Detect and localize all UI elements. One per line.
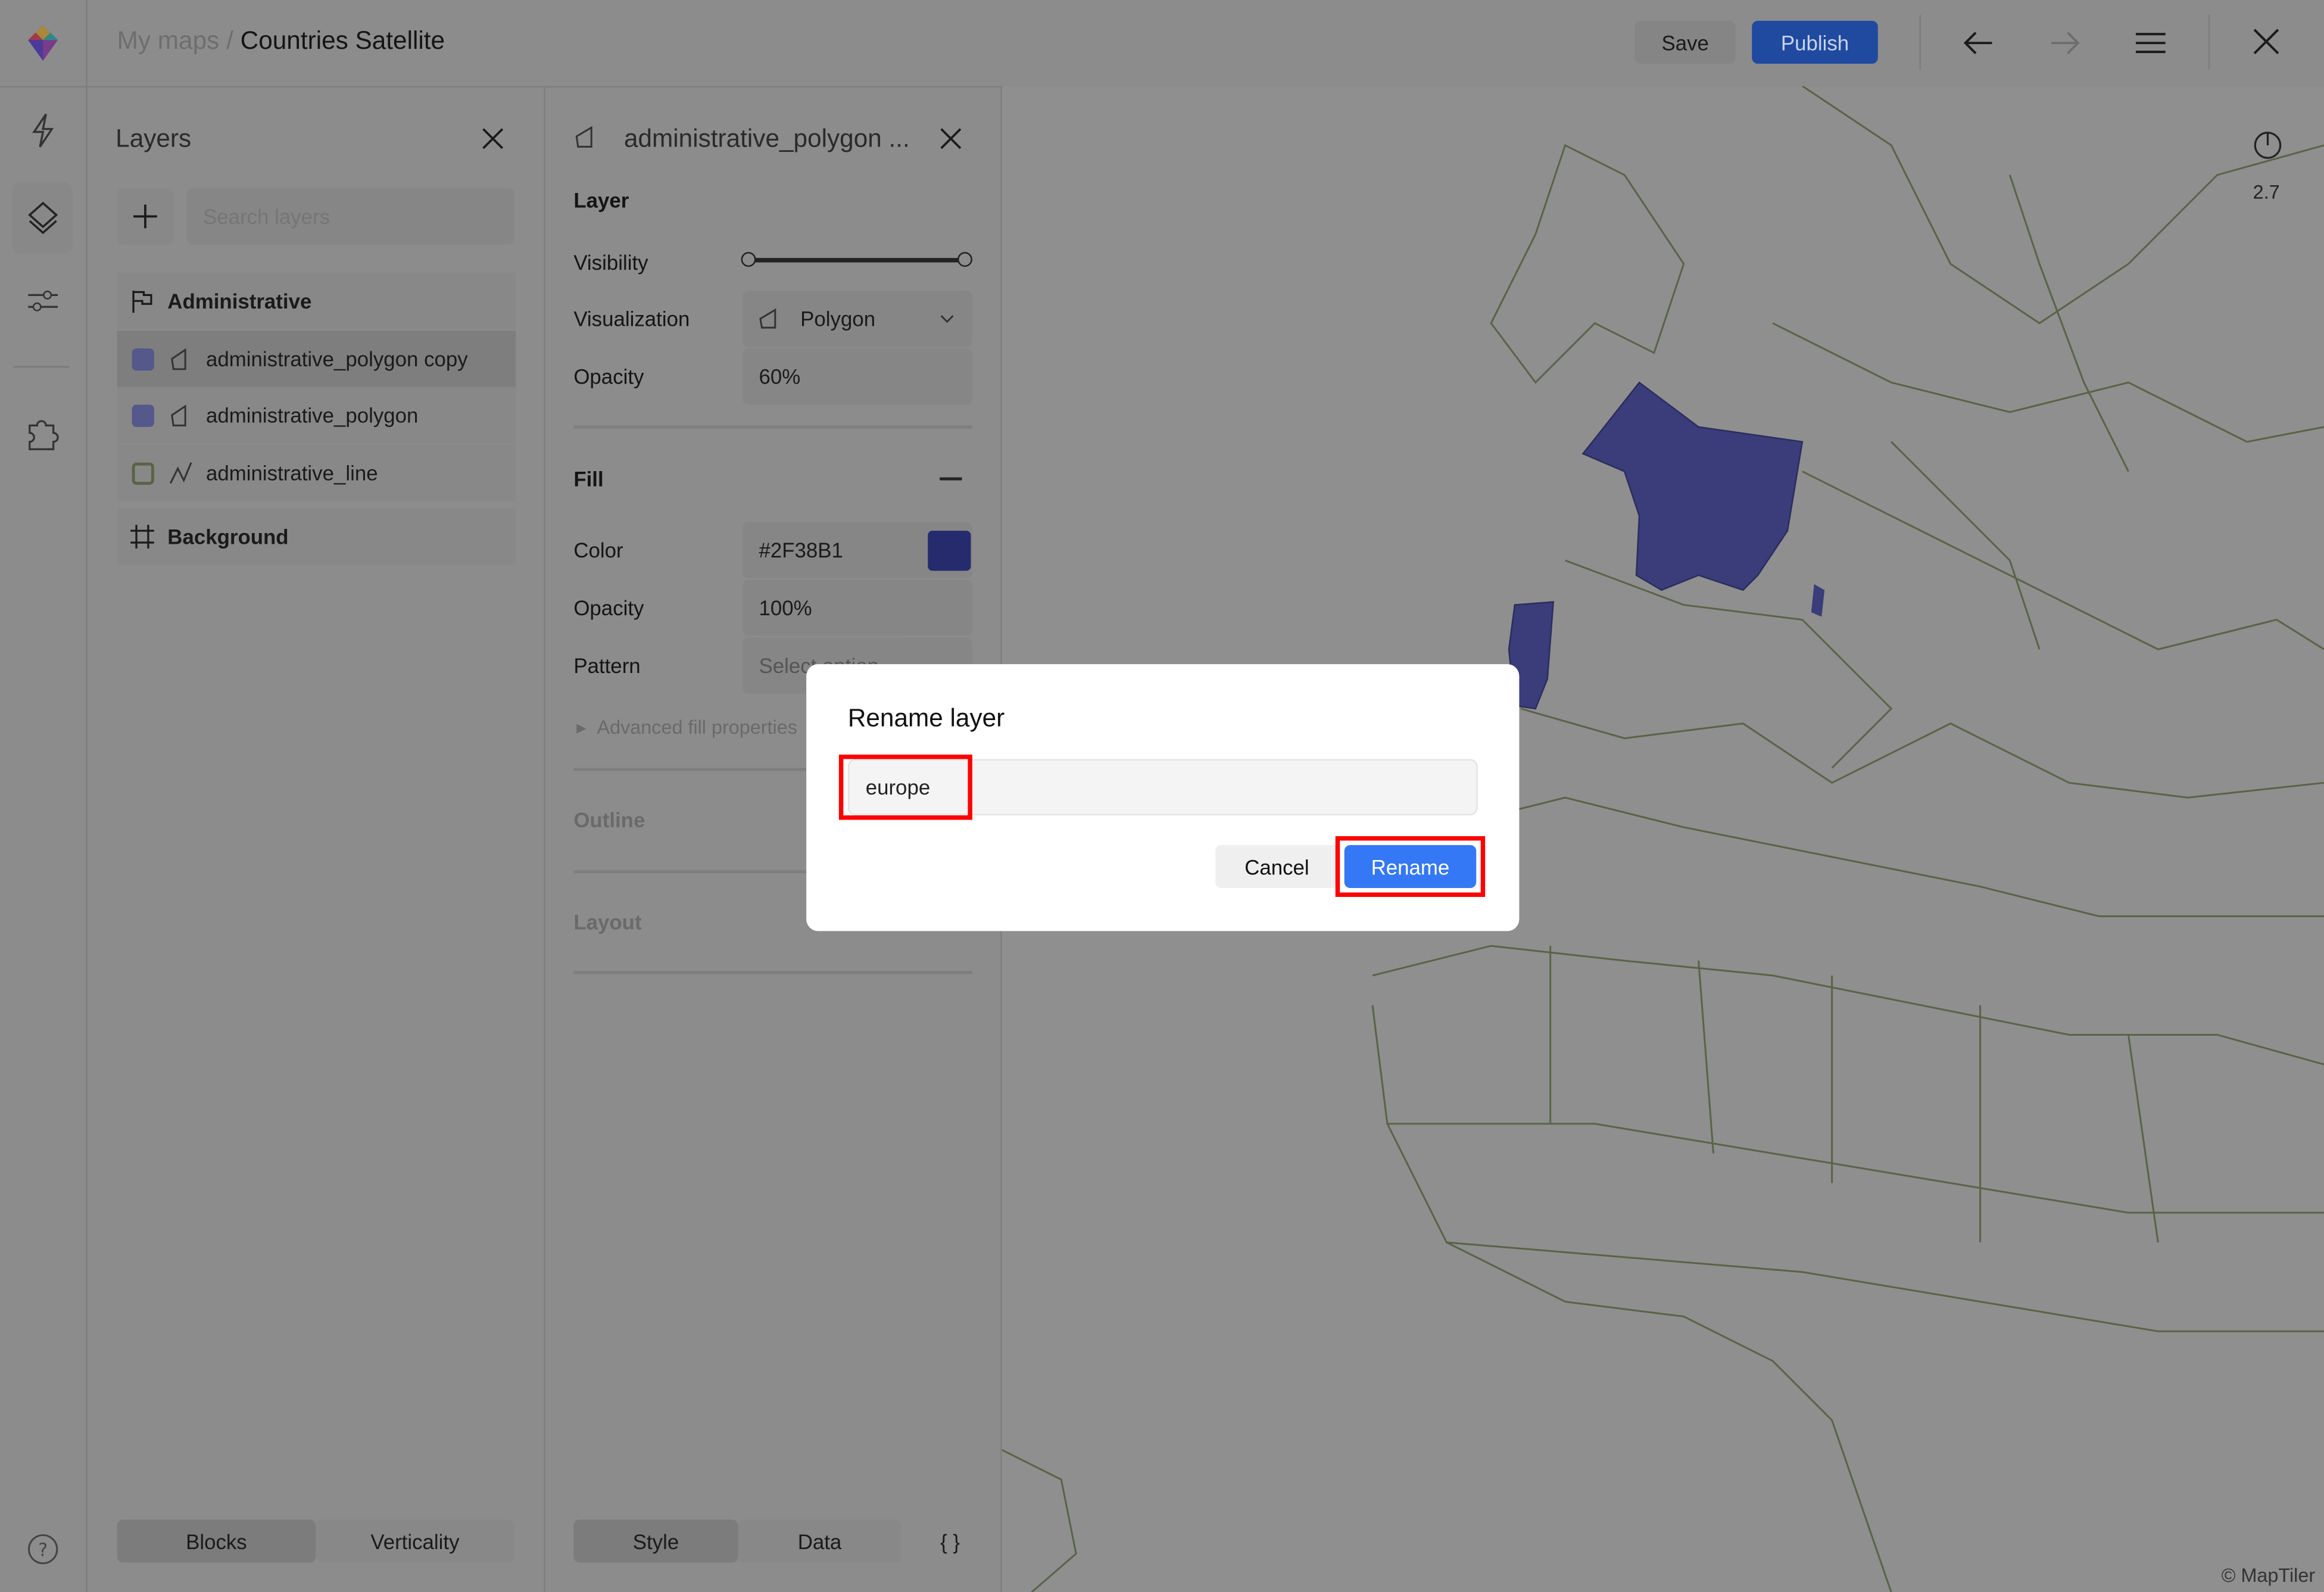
color-swatch[interactable] — [928, 531, 971, 571]
search-layers-input[interactable] — [186, 188, 514, 245]
layer-color-swatch — [132, 347, 154, 370]
layer-group-administrative[interactable]: Administrative — [117, 273, 516, 329]
layer-item[interactable]: administrative_polygon — [117, 387, 516, 444]
layer-title[interactable]: administrative_polygon ... — [624, 124, 910, 154]
divider — [573, 425, 972, 429]
divider — [573, 971, 972, 974]
opacity-label: Opacity — [573, 364, 644, 389]
attribution[interactable]: © MapTiler — [2222, 1564, 2316, 1586]
close-properties-icon[interactable] — [940, 127, 962, 149]
frame-icon — [130, 525, 154, 549]
save-button[interactable]: Save — [1634, 20, 1736, 64]
layer-color-swatch — [132, 462, 154, 484]
fill-opacity-input[interactable]: 100% — [743, 580, 972, 636]
svg-text:?: ? — [38, 1540, 48, 1560]
chevron-down-icon — [940, 315, 954, 323]
line-icon — [169, 462, 192, 484]
slider-handle-min[interactable] — [741, 252, 756, 267]
polygon-icon — [171, 348, 186, 370]
section-outline[interactable]: Outline — [573, 808, 645, 832]
tab-style[interactable]: Style — [573, 1519, 738, 1563]
visualization-select[interactable]: Polygon — [743, 290, 972, 347]
color-input[interactable]: #2F38B1 — [743, 522, 972, 578]
puzzle-icon[interactable] — [27, 416, 60, 452]
left-rail: ? — [0, 86, 88, 1592]
visualization-value: Polygon — [800, 307, 876, 331]
caret-right-icon: ▸ — [576, 716, 597, 739]
layer-item[interactable]: administrative_polygon copy — [117, 331, 516, 387]
group-label: Administrative — [167, 289, 312, 313]
help-icon[interactable]: ? — [27, 1533, 60, 1566]
tab-verticality[interactable]: Verticality — [316, 1519, 514, 1563]
advanced-fill-toggle[interactable]: ▸ Advanced fill properties — [576, 716, 797, 740]
layers-panel: Layers Administrative administrative_pol… — [88, 86, 546, 1592]
tab-data[interactable]: Data — [738, 1519, 901, 1563]
rename-layer-dialog: Rename layer europe Cancel Rename — [806, 664, 1520, 931]
layer-label: administrative_polygon — [205, 403, 419, 427]
zoom-level: 2.7 — [2253, 180, 2280, 204]
layer-color-swatch — [132, 404, 154, 426]
plus-icon — [133, 204, 157, 229]
top-bar: My maps / Countries Satellite Save Publi… — [0, 0, 2324, 88]
breadcrumb: My maps / Countries Satellite — [117, 27, 445, 57]
layers-panel-title: Layers — [116, 124, 192, 153]
opacity-input[interactable]: 60% — [743, 348, 972, 405]
section-layer: Layer — [573, 188, 629, 212]
layer-group-background[interactable]: Background — [117, 508, 516, 565]
page-title: Countries Satellite — [240, 26, 445, 55]
pattern-label: Pattern — [573, 653, 641, 678]
color-value: #2F38B1 — [759, 538, 843, 562]
redo-arrow-icon[interactable] — [2048, 27, 2081, 60]
close-layers-icon[interactable] — [482, 127, 504, 149]
logo[interactable] — [0, 0, 88, 86]
collapse-fill-icon[interactable] — [940, 477, 962, 480]
divider — [1919, 14, 1921, 70]
compass-icon[interactable] — [2253, 130, 2283, 160]
fill-opacity-label: Opacity — [573, 596, 644, 620]
add-layer-button[interactable] — [117, 188, 174, 245]
undo-arrow-icon[interactable] — [1963, 27, 1995, 60]
publish-button[interactable]: Publish — [1752, 20, 1878, 64]
visibility-label: Visibility — [573, 250, 648, 275]
breadcrumb-separator: / — [226, 26, 233, 55]
slider-handle-max[interactable] — [957, 252, 972, 267]
menu-icon[interactable] — [2134, 27, 2167, 60]
flag-icon — [132, 290, 152, 313]
dialog-title: Rename layer — [847, 704, 1005, 733]
divider — [2208, 14, 2210, 70]
sliders-icon[interactable] — [27, 286, 60, 316]
polygon-icon — [171, 404, 186, 426]
divider — [13, 366, 70, 368]
section-layout[interactable]: Layout — [573, 910, 641, 934]
highlight-box — [838, 755, 972, 820]
tab-blocks[interactable]: Blocks — [117, 1519, 316, 1563]
layer-label: administrative_polygon copy — [205, 347, 468, 371]
polygon-icon — [759, 308, 776, 329]
polygon-icon — [575, 126, 592, 148]
code-view-button[interactable]: { } — [928, 1519, 972, 1562]
lightning-icon[interactable] — [28, 113, 58, 148]
layer-item[interactable]: administrative_line — [117, 444, 516, 501]
zoom-indicator[interactable]: 2.7 — [2238, 127, 2298, 216]
cancel-button[interactable]: Cancel — [1215, 845, 1339, 889]
breadcrumb-my-maps[interactable]: My maps — [117, 27, 220, 55]
layer-label: administrative_line — [205, 461, 378, 485]
color-label: Color — [573, 538, 623, 562]
close-icon[interactable] — [2251, 27, 2281, 57]
section-fill: Fill — [573, 467, 604, 491]
layers-icon — [28, 201, 58, 235]
highlight-box — [1335, 836, 1486, 897]
advanced-fill-label: Advanced fill properties — [597, 716, 797, 739]
visibility-range-slider[interactable] — [741, 252, 974, 270]
maptiler-logo-icon — [28, 25, 58, 61]
group-label: Background — [167, 525, 289, 549]
visualization-label: Visualization — [573, 307, 690, 331]
rail-layers-button[interactable] — [11, 182, 73, 254]
